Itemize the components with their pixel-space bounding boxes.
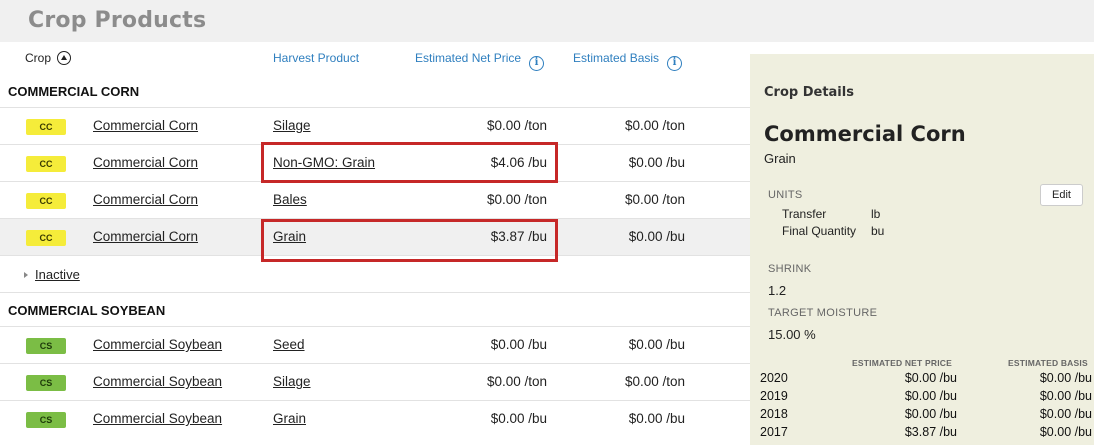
basis-value: $0.00 /ton [624,374,685,389]
group-name: COMMERCIAL CORN [8,84,140,99]
info-icon[interactable]: i [529,56,545,71]
basis-value: $0.00 /bu [628,411,685,426]
crop-link[interactable]: Commercial Corn [93,155,198,170]
column-header-basis[interactable]: Estimated Basis i [573,51,683,71]
target-moisture-value: 15.00 % [768,327,816,342]
history-net-price: $0.00 /bu [904,407,957,421]
crop-link[interactable]: Commercial Soybean [93,337,222,352]
unit-label: Transfer [782,207,827,221]
history-net-price: $0.00 /bu [904,371,957,385]
basis-value: $0.00 /ton [624,118,685,133]
crop-badge: CS [26,375,66,391]
unit-value: lb [871,207,881,221]
table-row[interactable]: CS Commercial Soybean Grain $0.00 /bu $0… [0,401,750,438]
crop-badge: CC [26,193,66,209]
history-year: 2018 [760,407,788,421]
page-title: Crop Products [28,8,207,33]
sort-ascending-icon[interactable] [57,51,72,65]
history-basis-header: ESTIMATED BASIS [1008,358,1088,368]
harvest-product-link[interactable]: Silage [273,374,311,389]
table-row[interactable]: CC Commercial Corn Bales $0.00 /ton $0.0… [0,182,750,219]
history-basis: $0.00 /bu [1039,425,1092,439]
net-price-value: $0.00 /ton [486,118,547,133]
history-year: 2020 [760,371,788,385]
harvest-product-link[interactable]: Grain [273,411,306,426]
crop-badge: CC [26,230,66,246]
net-price-value: $0.00 /ton [486,374,547,389]
crop-badge: CC [26,119,66,135]
column-headers: Crop Harvest Product Estimated Net Price… [0,44,750,74]
net-price-value: $0.00 /bu [490,411,547,426]
history-year: 2019 [760,389,788,403]
crop-badge: CS [26,412,66,428]
details-crop-name: Commercial Corn [764,122,966,146]
details-product: Grain [764,151,796,166]
net-price-value: $0.00 /ton [486,192,547,207]
shrink-value: 1.2 [768,283,787,298]
crop-badge: CS [26,338,66,354]
harvest-product-link[interactable]: Seed [273,337,305,352]
inactive-toggle-row[interactable]: Inactive [0,259,750,293]
basis-value: $0.00 /bu [628,337,685,352]
column-header-basis-label: Estimated Basis [573,51,660,65]
edit-button[interactable]: Edit [1040,184,1083,206]
table-row[interactable]: CC Commercial Corn Silage $0.00 /ton $0.… [0,108,750,145]
highlight-box [261,142,558,183]
units-row: Transfer lb [782,207,880,221]
column-header-harvest-product[interactable]: Harvest Product [273,51,359,65]
history-basis: $0.00 /bu [1039,407,1092,421]
group-name: COMMERCIAL SOYBEAN [8,303,166,318]
history-net-price: $3.87 /bu [904,425,957,439]
history-basis: $0.00 /bu [1039,389,1092,403]
column-header-net-price[interactable]: Estimated Net Price i [415,51,545,71]
column-header-net-price-label: Estimated Net Price [415,51,522,65]
basis-value: $0.00 /bu [628,229,685,244]
crop-link[interactable]: Commercial Corn [93,192,198,207]
crop-details-panel: Crop Details Commercial Corn Grain UNITS… [750,54,1094,445]
column-header-crop-label: Crop [25,51,52,65]
group-header-commercial-soybean: COMMERCIAL SOYBEAN [0,293,750,327]
history-basis: $0.00 /bu [1039,371,1092,385]
units-label: UNITS [768,189,803,201]
column-header-crop[interactable]: Crop [25,51,72,65]
crop-link[interactable]: Commercial Corn [93,118,198,133]
history-year: 2017 [760,425,788,439]
details-title: Crop Details [764,85,854,100]
shrink-label: SHRINK [768,263,812,275]
harvest-product-link[interactable]: Silage [273,118,311,133]
crop-link[interactable]: Commercial Soybean [93,374,222,389]
column-header-harvest-product-label: Harvest Product [273,51,360,65]
history-row: 2017 $3.87 /bu $0.00 /bu [750,425,1094,443]
history-row: 2020 $0.00 /bu $0.00 /bu [750,371,1094,389]
crop-link[interactable]: Commercial Soybean [93,411,222,426]
crop-link[interactable]: Commercial Corn [93,229,198,244]
basis-value: $0.00 /ton [624,192,685,207]
table-row[interactable]: CS Commercial Soybean Silage $0.00 /ton … [0,364,750,401]
history-net-price-header: ESTIMATED NET PRICE [852,358,952,368]
basis-value: $0.00 /bu [628,155,685,170]
history-row: 2018 $0.00 /bu $0.00 /bu [750,407,1094,425]
harvest-product-link[interactable]: Bales [273,192,307,207]
inactive-link[interactable]: Inactive [35,267,80,282]
units-row: Final Quantity bu [782,224,884,238]
table-row[interactable]: CS Commercial Soybean Seed $0.00 /bu $0.… [0,327,750,364]
header-band: Crop Products [0,0,1094,42]
expand-triangle-icon[interactable] [24,272,28,278]
highlight-box [261,219,558,262]
net-price-value: $0.00 /bu [490,337,547,352]
unit-label: Final Quantity [782,224,857,238]
history-row: 2019 $0.00 /bu $0.00 /bu [750,389,1094,407]
unit-value: bu [871,224,885,238]
group-header-commercial-corn: COMMERCIAL CORN [0,74,750,108]
history-net-price: $0.00 /bu [904,389,957,403]
crop-badge: CC [26,156,66,172]
target-moisture-label: TARGET MOISTURE [768,307,878,319]
info-icon[interactable]: i [667,56,683,71]
